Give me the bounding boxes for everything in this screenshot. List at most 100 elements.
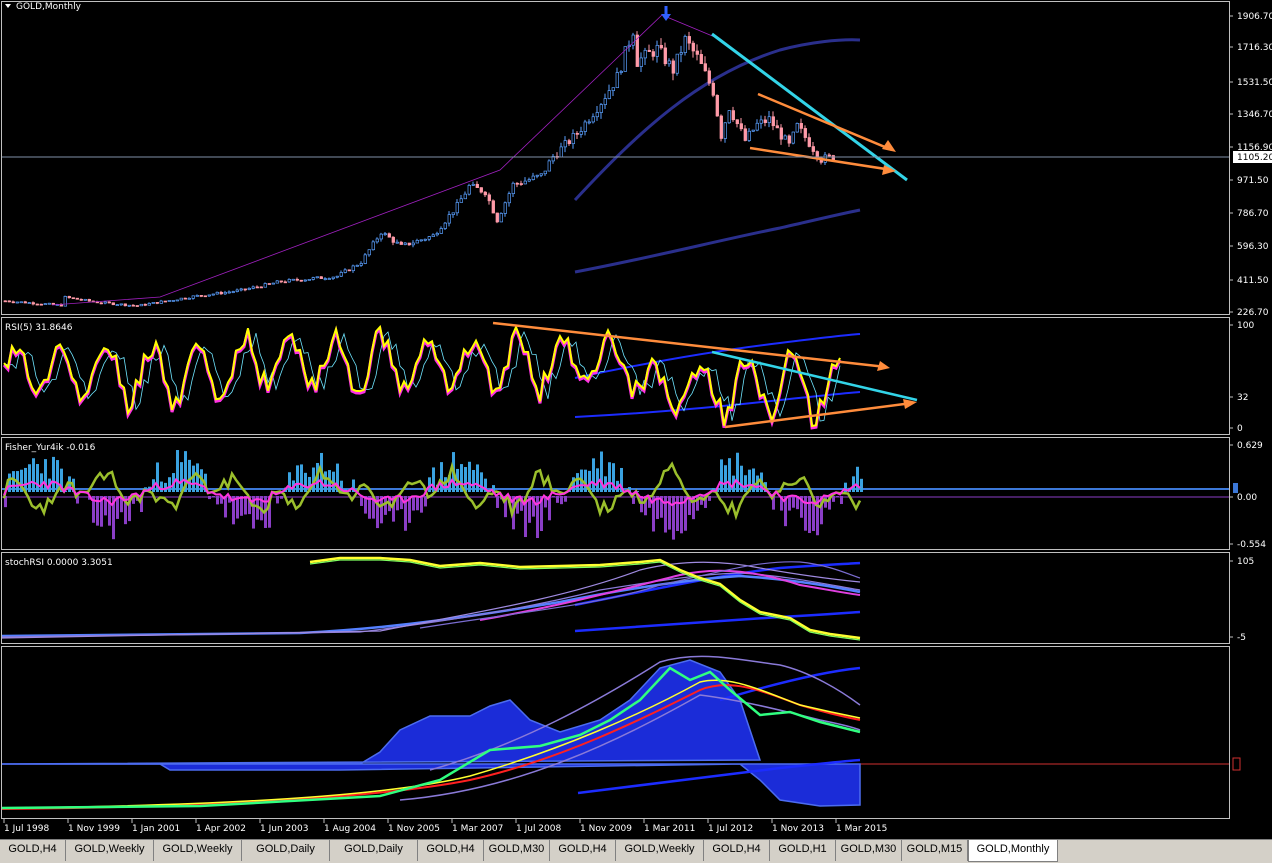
candle-body — [767, 116, 771, 123]
candle-body — [811, 146, 815, 152]
fisher-bar — [840, 496, 843, 505]
candle-body — [63, 296, 67, 307]
tab-gold-monthly[interactable]: GOLD,Monthly — [968, 840, 1058, 862]
candle-body — [147, 303, 151, 306]
candle-body — [619, 71, 623, 73]
peak-arrow-icon — [661, 6, 671, 21]
price-label-icon[interactable] — [5, 4, 11, 8]
stoch-base-line — [1, 574, 861, 638]
candle-body — [463, 193, 467, 200]
candle-body — [759, 119, 763, 124]
candle-body — [263, 283, 267, 288]
time-tick-label: 1 Nov 2005 — [388, 824, 440, 834]
stoch-tick-label: -5 — [1237, 633, 1246, 643]
candle-body — [371, 241, 375, 251]
candle-body — [191, 295, 195, 299]
candle-body — [679, 52, 683, 55]
tab-gold-daily[interactable]: GOLD,Daily — [242, 840, 330, 861]
candle-body — [707, 70, 711, 84]
fisher-bar — [708, 496, 711, 501]
candle-body — [303, 279, 307, 282]
fisher-bar — [208, 496, 211, 500]
tab-gold-h4[interactable]: GOLD,H4 — [550, 840, 616, 861]
fisher-bar — [32, 458, 35, 492]
tab-gold-weekly[interactable]: GOLD,Weekly — [616, 840, 704, 861]
tab-gold-daily[interactable]: GOLD,Daily — [330, 840, 418, 861]
fisher-bar — [160, 481, 163, 492]
fisher-bar — [592, 458, 595, 492]
fisher-bar — [288, 472, 291, 492]
candle-body — [827, 154, 831, 157]
fisher-bar — [728, 458, 731, 492]
candle-body — [283, 281, 287, 284]
candle-body — [103, 301, 107, 304]
candle-body — [267, 283, 271, 285]
tab-gold-m30[interactable]: GOLD,M30 — [836, 840, 902, 861]
candle-body — [675, 53, 679, 74]
candle-body — [119, 303, 123, 306]
time-tick-label: 1 Apr 2002 — [196, 824, 246, 834]
fisher-bar — [476, 464, 479, 492]
fisher-bar — [296, 465, 299, 492]
rsi-axis: 100 32 0 — [1229, 321, 1254, 434]
tab-gold-m30[interactable]: GOLD,M30 — [484, 840, 550, 861]
tab-gold-weekly[interactable]: GOLD,Weekly — [66, 840, 154, 861]
candle-body — [3, 300, 7, 303]
candle-body — [319, 276, 323, 279]
fisher-bar — [576, 473, 579, 492]
candle-body — [51, 302, 55, 305]
candle-body — [803, 128, 807, 138]
candle-body — [31, 302, 35, 305]
candle-body — [687, 36, 691, 44]
candle-body — [683, 36, 687, 53]
candle-body — [311, 277, 315, 280]
candle-body — [327, 278, 331, 280]
candle-body — [503, 202, 507, 214]
fisher-bar — [560, 496, 563, 505]
fisher-bar — [276, 496, 279, 504]
fisher-bar — [676, 496, 679, 531]
tab-gold-weekly[interactable]: GOLD,Weekly — [154, 840, 242, 861]
time-tick-label: 1 Nov 1999 — [68, 824, 120, 834]
candle-body — [527, 179, 531, 182]
fisher-bar — [496, 496, 499, 508]
candle-body — [211, 293, 215, 296]
fisher-bar — [480, 472, 483, 492]
candle-body — [155, 302, 159, 304]
fisher-bar — [808, 496, 811, 534]
fisher-bar — [12, 471, 15, 492]
tab-gold-h4[interactable]: GOLD,H4 — [418, 840, 484, 861]
candle-body — [723, 122, 727, 139]
fisher-bar — [440, 462, 443, 492]
fisher-bar — [424, 496, 427, 507]
tab-gold-h4[interactable]: GOLD,H4 — [0, 840, 66, 861]
candle-body — [439, 228, 443, 234]
candle-body — [87, 299, 91, 302]
candle-body — [427, 236, 431, 240]
time-axis: 1 Jul 1998 1 Nov 1999 1 Jan 2001 1 Apr 2002… — [3, 819, 887, 834]
price-candles — [3, 31, 835, 308]
tab-gold-h1[interactable]: GOLD,H1 — [770, 840, 836, 861]
fisher-bar — [824, 496, 827, 508]
candle-body — [775, 125, 779, 129]
candle-body — [599, 104, 603, 113]
time-tick-label: 1 Jul 2008 — [516, 824, 561, 834]
fisher-bar — [52, 456, 55, 492]
candle-body — [207, 294, 211, 297]
candle-body — [399, 241, 403, 245]
candle-body — [71, 297, 75, 300]
tab-gold-h4[interactable]: GOLD,H4 — [704, 840, 770, 861]
candle-body — [15, 301, 19, 304]
candle-body — [123, 303, 127, 307]
candle-body — [491, 200, 495, 214]
candle-body — [295, 278, 299, 281]
fisher-tick-label: 0.629 — [1237, 441, 1263, 451]
fisher-bar — [564, 496, 567, 502]
price-axis: 1906.70 1716.30 1531.50 1346.70 1156.90 971.5… — [1229, 12, 1272, 318]
tab-gold-m15[interactable]: GOLD,M15 — [902, 840, 968, 861]
candle-body — [111, 302, 115, 306]
candle-body — [647, 49, 651, 52]
chart-canvas: 1 Jul 1998 1 Nov 1999 1 Jan 2001 1 Apr 2002… — [1, 1, 1272, 834]
fisher-panel: Fisher_Yur4ik -0.016 0.629 0.00 -0.554 — [2, 441, 1266, 550]
candle-body — [383, 233, 387, 236]
